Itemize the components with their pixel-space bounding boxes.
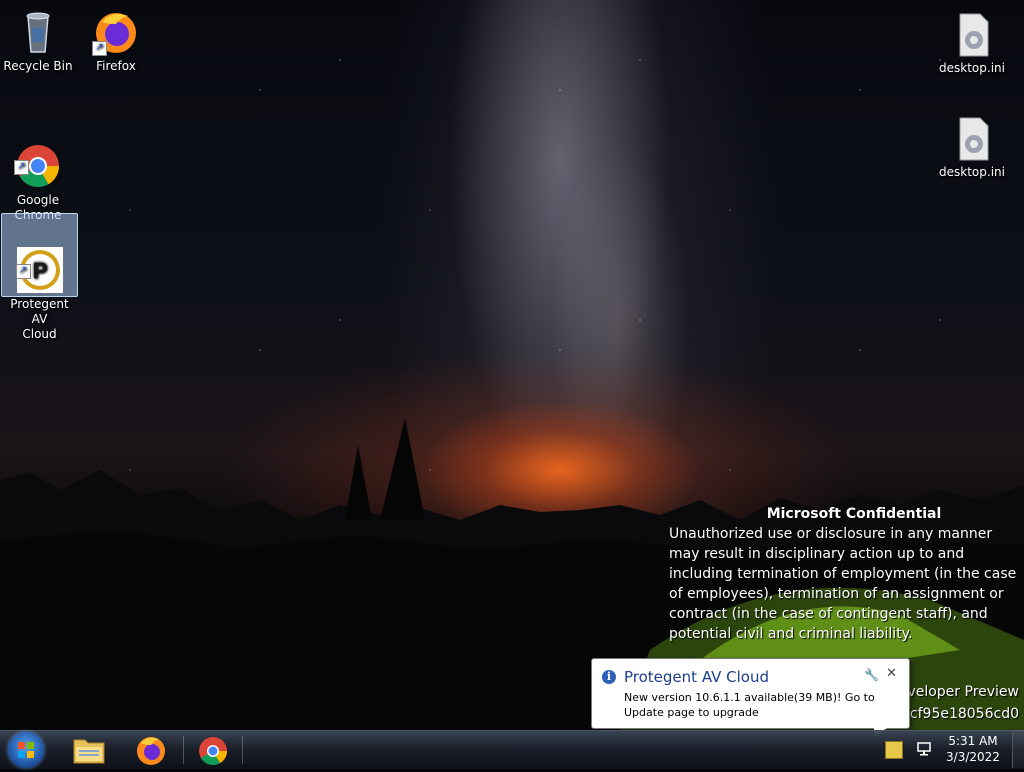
- taskbar: [0, 730, 1024, 769]
- network-icon[interactable]: [915, 740, 933, 758]
- desktop-ini-file-2[interactable]: desktop.ini: [934, 112, 1010, 180]
- firefox-label: Firefox: [96, 59, 136, 73]
- protegent-tray-icon[interactable]: [885, 741, 903, 759]
- shortcut-arrow-icon: ↗: [15, 264, 31, 279]
- info-icon: i: [602, 670, 616, 684]
- system-clock[interactable]: 5:31 AM 3/3/2022: [940, 733, 1006, 765]
- firefox-icon: [137, 737, 165, 765]
- desktop-background: Recycle Bin ↗ Firefox ↗ Google Chrome: [0, 0, 1024, 730]
- clock-time: 5:31 AM: [948, 734, 998, 748]
- chrome-icon: [199, 737, 227, 765]
- taskbar-chrome[interactable]: [187, 733, 239, 767]
- trash-icon: [26, 12, 50, 53]
- start-button[interactable]: [8, 732, 44, 768]
- show-desktop-button[interactable]: [1012, 730, 1024, 768]
- protegent-av-cloud-desktop-shortcut[interactable]: P ↗ Protegent AV Cloud: [1, 213, 78, 341]
- desktop-ini-label: desktop.ini: [939, 61, 1005, 75]
- close-icon[interactable]: ✕: [886, 666, 897, 681]
- firefox-desktop-shortcut[interactable]: ↗ Firefox: [78, 6, 154, 74]
- watermark-title: Microsoft Confidential: [766, 506, 942, 522]
- desktop-ini-label: desktop.ini: [939, 165, 1005, 179]
- build-info-line-2: 9cf95e18056cd0: [901, 706, 1019, 722]
- watermark-body: Unauthorized use or disclosure in any ma…: [669, 526, 1017, 642]
- shortcut-arrow-icon: ↗: [92, 41, 107, 56]
- recycle-bin-icon[interactable]: Recycle Bin: [0, 6, 76, 74]
- build-info-line-1: eveloper Preview: [898, 684, 1019, 700]
- shortcut-arrow-icon: ↗: [14, 160, 29, 175]
- confidential-watermark: Microsoft Confidential Unauthorized use …: [669, 504, 1019, 644]
- taskbar-separator: [242, 736, 243, 764]
- settings-file-icon: [959, 13, 989, 57]
- notification-balloon[interactable]: i Protegent AV Cloud 🔧 ✕ New version 10.…: [591, 658, 910, 737]
- settings-file-icon: [959, 117, 989, 161]
- windows-logo-icon: [18, 742, 34, 758]
- notification-title: Protegent AV Cloud: [624, 668, 769, 686]
- taskbar-file-explorer[interactable]: [63, 733, 115, 767]
- clock-date: 3/3/2022: [946, 750, 1000, 764]
- recycle-bin-label: Recycle Bin: [3, 59, 73, 73]
- taskbar-firefox[interactable]: [125, 733, 177, 767]
- options-icon[interactable]: 🔧: [864, 668, 879, 682]
- folder-icon: [73, 739, 105, 764]
- desktop-ini-file-1[interactable]: desktop.ini: [934, 8, 1010, 76]
- notification-message: New version 10.6.1.1 available(39 MB)! G…: [624, 691, 875, 719]
- protegent-av-cloud-label: Protegent AV Cloud: [10, 297, 69, 341]
- taskbar-separator: [183, 736, 184, 764]
- network-monitor-icon: [917, 742, 931, 756]
- svg-text:P: P: [32, 258, 47, 283]
